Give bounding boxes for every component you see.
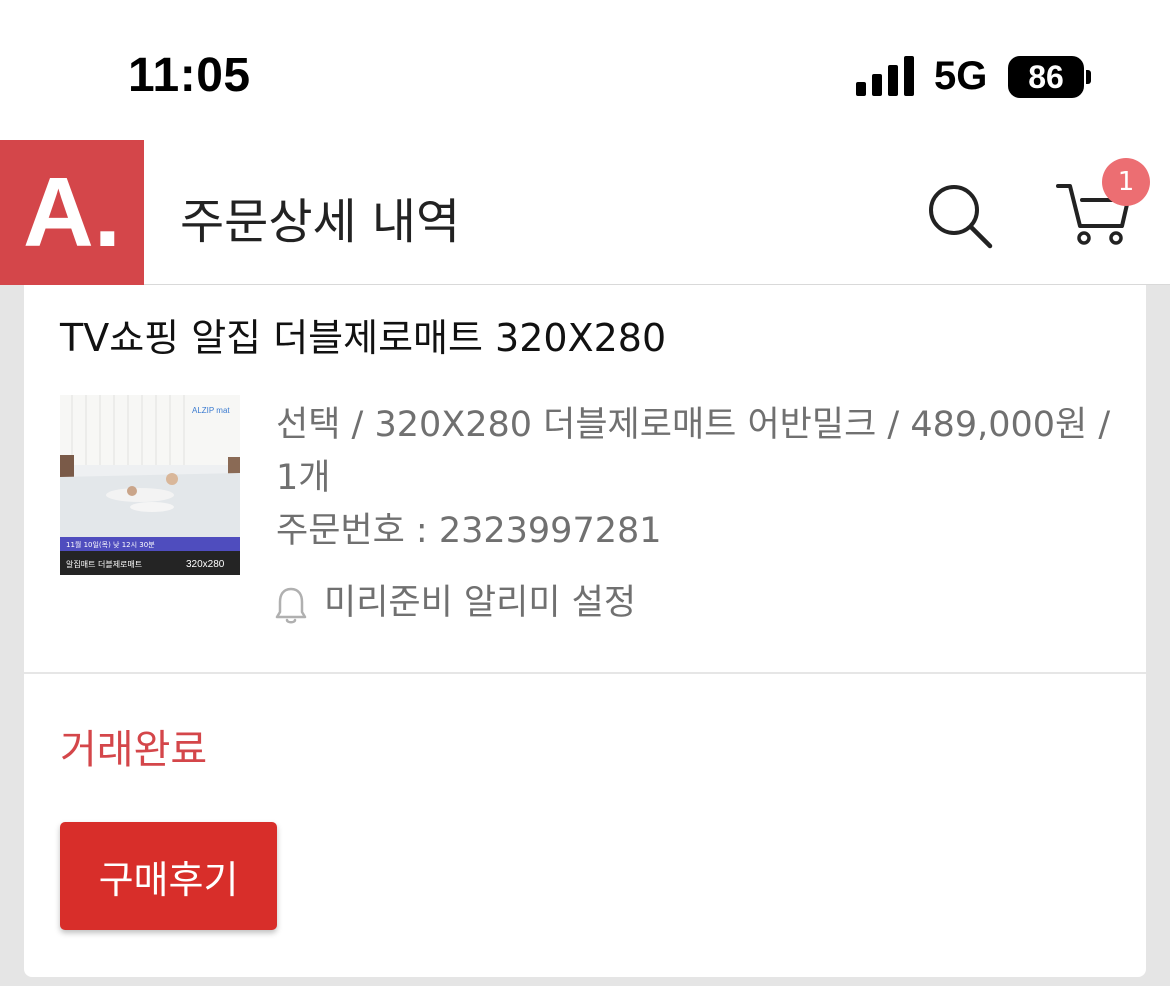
battery-icon: 86 <box>1008 56 1084 98</box>
thumbnail-product-label: 알집매트 더블제로매트 <box>66 559 142 569</box>
battery-cap <box>1086 70 1091 84</box>
signal-icon <box>856 56 914 96</box>
app-logo[interactable]: A. <box>0 140 144 285</box>
network-type: 5G <box>934 54 988 98</box>
order-option-text: 선택 / 320X280 더블제로매트 어반밀크 / 489,000원 / 1개 <box>276 405 1111 498</box>
order-status: 거래완료 <box>60 727 208 773</box>
battery-level: 86 <box>1028 58 1064 95</box>
cart-count-badge: 1 <box>1102 158 1150 206</box>
app-header: A. 주문상세 내역 <box>0 140 1170 285</box>
page-title: 주문상세 내역 <box>180 194 461 250</box>
card-divider <box>24 672 1146 674</box>
preorder-alert-link[interactable]: 미리준비 알리미 설정 <box>324 577 636 630</box>
product-title[interactable]: TV쇼핑 알집 더블제로매트 320X280 <box>60 307 666 362</box>
bell-icon[interactable] <box>274 585 308 625</box>
search-icon[interactable] <box>924 180 994 250</box>
status-time: 11:05 <box>128 49 251 102</box>
thumbnail-date: 11월 10일(목) 낮 12시 30분 <box>66 540 155 549</box>
write-review-button[interactable]: 구매후기 <box>60 822 277 930</box>
order-number: 주문번호 : 2323997281 <box>276 511 662 551</box>
thumbnail-size-label: 320x280 <box>186 559 225 570</box>
thumbnail-brand: ALZIP mat <box>192 406 230 415</box>
order-card: TV쇼핑 알집 더블제로매트 320X280 ALZIP mat 11월 10일… <box>24 285 1146 977</box>
product-thumbnail[interactable]: ALZIP mat 11월 10일(목) 낮 12시 30분 알집매트 더블제로… <box>60 395 240 575</box>
status-bar: 11:05 5G 86 <box>0 0 1170 140</box>
